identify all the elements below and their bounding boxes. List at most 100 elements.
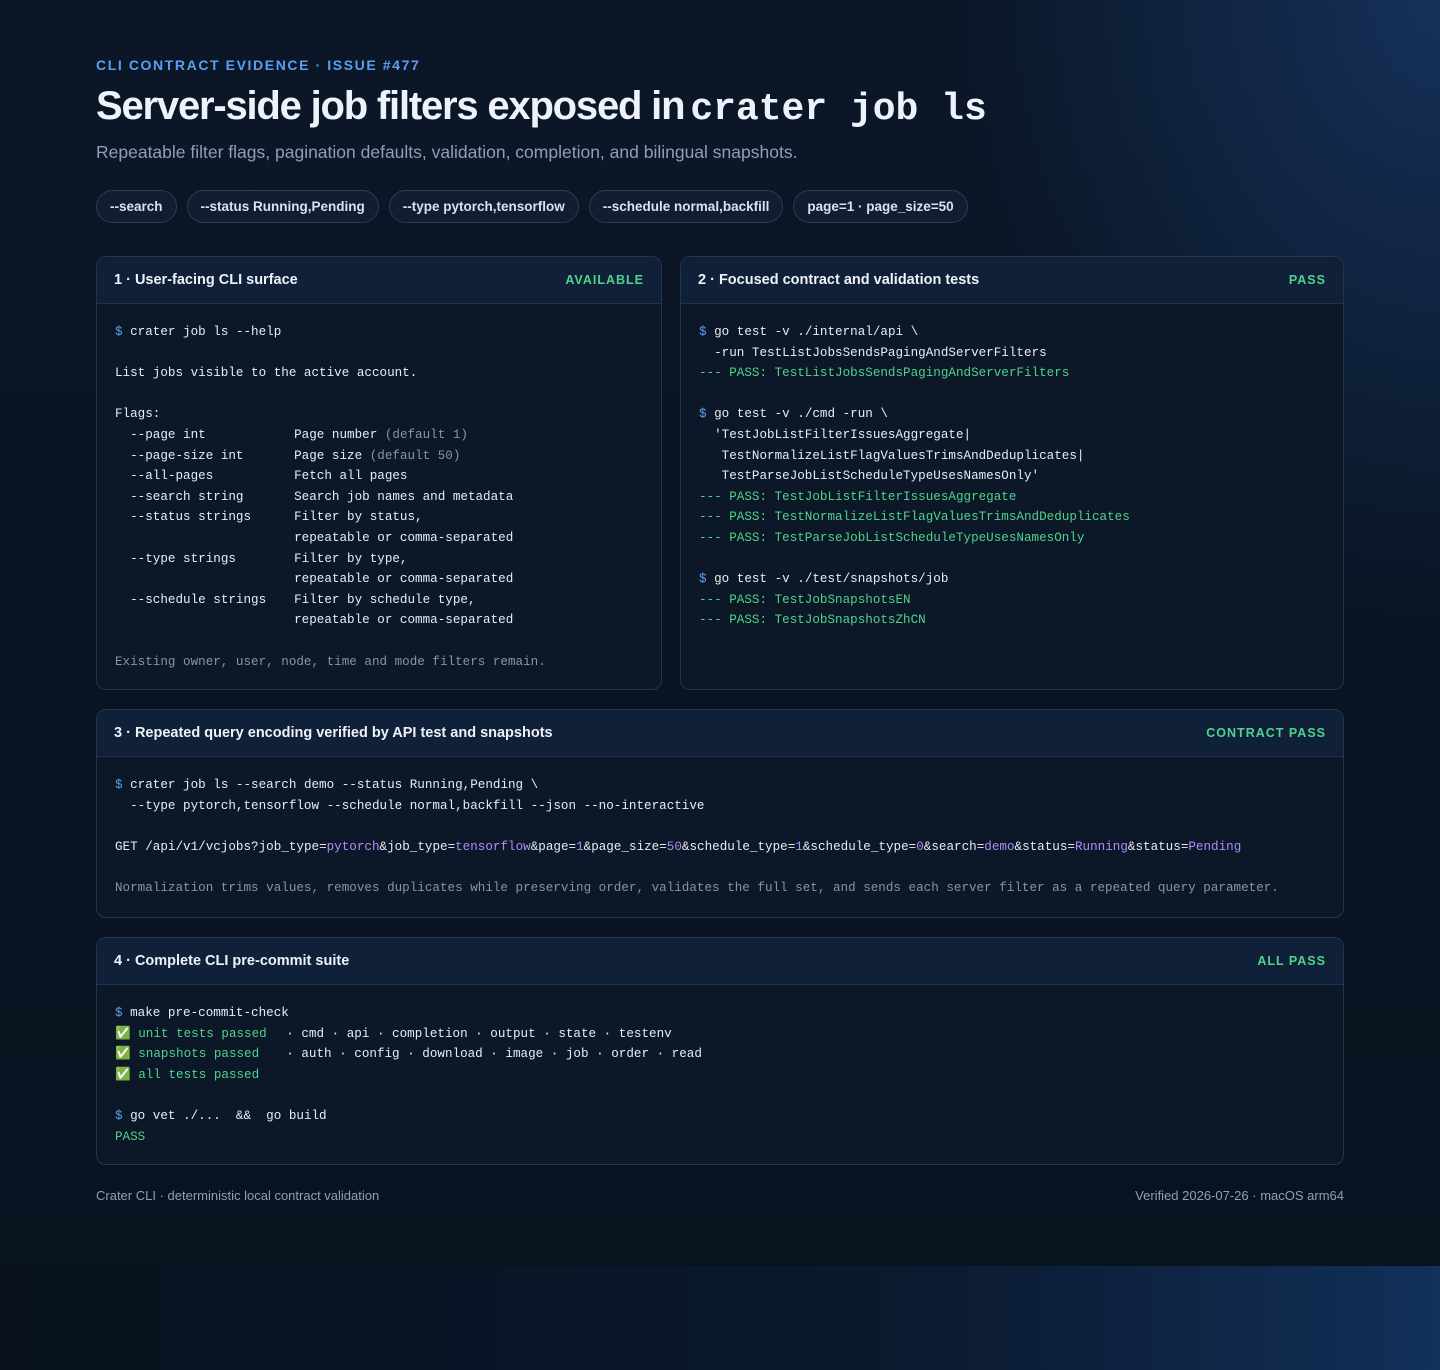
test-pass-line: --- PASS: TestJobListFilterIssuesAggrega… [699,489,1017,504]
check-icon: ✅ [115,1047,131,1062]
flag-name: --page-size int [130,448,244,463]
terminal-output: $ make pre-commit-check ✅ unit tests pass… [97,985,1343,1164]
status-badge: ALL PASS [1257,954,1326,968]
flag-description: Page size [294,448,363,463]
flag-row: --schedule strings Filter by schedule typ… [115,590,643,611]
help-description: List jobs visible to the active account. [115,366,418,381]
query-key: page_size [591,839,660,854]
check-row: ✅ snapshots passed · auth · config · down… [115,1044,1325,1065]
query-value: 0 [916,839,924,854]
flag-name: --schedule strings [130,592,267,607]
card-header: 3 · Repeated query encoding verified by … [97,710,1343,757]
chip-type: --type pytorch,tensorflow [388,190,579,223]
normalization-note: Normalization trims values, removes dupl… [115,880,1279,895]
prompt-symbol: $ [699,407,707,422]
flag-description: Filter by status, [294,510,423,525]
test-pass-line: --- PASS: TestParseJobListScheduleTypeUs… [699,530,1085,545]
flag-default: (default 50) [369,448,461,463]
flag-description: Filter by schedule type, [294,592,476,607]
query-key: job_type [258,839,320,854]
flag-row: repeatable or comma-separated [115,528,643,549]
check-icon: ✅ [115,1067,131,1082]
prompt-symbol: $ [699,572,707,587]
flag-row: repeatable or comma-separated [115,569,643,590]
check-row: ✅ unit tests passed · cmd · api · complet… [115,1024,1325,1045]
command-text: go test -v ./cmd -run \ [714,407,888,422]
terminal-output: $ crater job ls --help List jobs visible … [97,304,661,689]
test-pass-line: --- PASS: TestJobSnapshotsZhCN [699,613,926,628]
command-text: make pre-commit-check [130,1006,289,1020]
check-label: snapshots passed [138,1047,260,1062]
footer: Crater CLI · deterministic local contrac… [96,1188,1344,1203]
check-detail: · auth · config · download · image · job… [286,1047,702,1062]
flag-row: repeatable or comma-separated [115,610,643,631]
check-row: ✅ all tests passed [115,1065,1325,1086]
flag-description: Page number [294,427,378,442]
card-cli-surface: 1 · User-facing CLI surface AVAILABLE $ … [96,256,662,690]
card-header: 2 · Focused contract and validation test… [681,257,1343,304]
flag-row: --status strings Filter by status, [115,507,643,528]
query-value: demo [984,839,1015,854]
filter-chips: --search --status Running,Pending --type… [96,190,968,223]
footer-right: Verified 2026-07-26 · macOS arm64 [1135,1188,1344,1203]
test-pass-line: --- PASS: TestNormalizeListFlagValuesTri… [699,510,1130,525]
command-line: $ crater job ls --search demo --status R… [115,775,1325,796]
card-title: 3 · Repeated query encoding verified by … [114,725,553,741]
status-badge: CONTRACT PASS [1206,726,1326,740]
flags-list: --page int Page number (default 1) --page… [115,425,643,631]
flag-row: --type strings Filter by type, [115,549,643,570]
command-line: $ go vet ./... && go build [115,1106,1325,1127]
flag-name: --search string [130,489,244,504]
request-prefix: GET /api/v1/vcjobs? [115,839,259,854]
query-key: schedule_type [689,839,788,854]
query-value: Running [1074,839,1128,854]
flag-row: --page int Page number (default 1) [115,425,643,446]
command-text: crater job ls --help [130,325,282,339]
title-code: crater job ls [690,88,987,131]
prompt-symbol: $ [115,325,123,339]
query-key: status [1135,839,1181,854]
card-focused-tests: 2 · Focused contract and validation test… [680,256,1344,690]
prompt-symbol: $ [699,325,707,339]
query-key: job_type [387,839,448,854]
command-line: $ go test -v ./internal/api \ [699,322,1325,343]
command-continuation: --type pytorch,tensorflow --schedule nor… [115,798,705,813]
prompt-symbol: $ [115,1108,123,1123]
page-bottom-band [0,1266,1440,1370]
card-query-encoding: 3 · Repeated query encoding verified by … [96,709,1344,918]
command-line: $ crater job ls --help [115,322,643,343]
query-value: tensorflow [455,839,531,854]
build-result: PASS [115,1129,146,1144]
flag-description: Fetch all pages [294,469,408,484]
chip-status: --status Running,Pending [186,190,379,223]
command-continuation: TestNormalizeListFlagValuesTrimsAndDedup… [699,448,1085,463]
card-header: 4 · Complete CLI pre-commit suite ALL PA… [97,938,1343,985]
flag-description: repeatable or comma-separated [294,613,514,628]
query-key: schedule_type [810,839,909,854]
command-text: go vet ./... && go build [130,1108,327,1123]
chip-search: --search [96,190,177,223]
test-pass-line: --- PASS: TestJobSnapshotsEN [699,592,911,607]
footer-left: Crater CLI · deterministic local contrac… [96,1188,380,1203]
card-precommit-suite: 4 · Complete CLI pre-commit suite ALL PA… [96,937,1344,1165]
command-text: crater job ls --search demo --status Run… [130,778,539,792]
status-badge: AVAILABLE [565,273,644,287]
check-label: all tests passed [138,1067,260,1082]
card-title: 2 · Focused contract and validation test… [698,272,980,288]
chip-schedule: --schedule normal,backfill [588,190,784,223]
flag-description: repeatable or comma-separated [294,572,514,587]
command-line: $ go test -v ./test/snapshots/job [699,569,1325,590]
help-footnote: Existing owner, user, node, time and mod… [115,654,546,669]
check-icon: ✅ [115,1026,131,1041]
card-title: 1 · User-facing CLI surface [114,272,298,288]
flag-name: --all-pages [130,469,214,484]
request-line: GET /api/v1/vcjobs?job_type=pytorch&job_… [115,839,1242,854]
query-value: pytorch [326,839,380,854]
command-continuation: TestParseJobListScheduleTypeUsesNamesOnl… [699,469,1040,484]
query-value: 1 [576,839,584,854]
flag-row: --search string Search job names and meta… [115,487,643,508]
flag-name: --type strings [130,551,236,566]
command-continuation: -run TestListJobsSendsPagingAndServerFil… [699,345,1047,360]
flag-row: --all-pages Fetch all pages [115,466,643,487]
